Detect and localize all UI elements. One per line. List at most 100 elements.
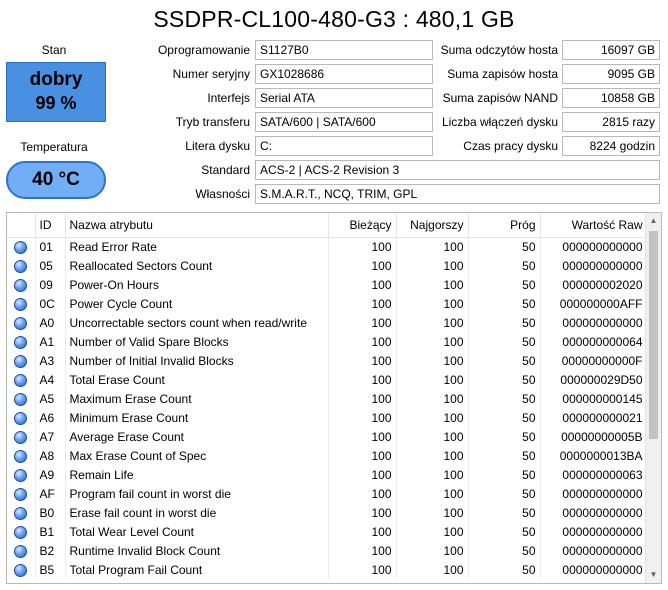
attribute-raw: 0000000013BA (540, 446, 648, 465)
attribute-raw: 000000000064 (540, 332, 648, 351)
attribute-threshold: 50 (468, 465, 541, 484)
table-header-row: ID Nazwa atrybutu Bieżący Najgorszy Próg… (7, 213, 648, 238)
attribute-id: 0C (35, 294, 66, 313)
status-cell (7, 294, 36, 313)
scroll-up-arrow-icon[interactable]: ▲ (646, 213, 661, 229)
host-writes-label: Suma zapisów hosta (447, 67, 558, 81)
host-reads-field: 16097 GB (562, 40, 660, 60)
status-dot-icon (14, 544, 28, 558)
status-cell (7, 427, 36, 446)
attribute-raw: 00000000005B (540, 427, 648, 446)
status-dot-icon (14, 373, 28, 387)
attribute-id: 01 (35, 237, 66, 256)
attribute-raw: 000000000000 (540, 503, 648, 522)
smart-attribute-list[interactable]: ID Nazwa atrybutu Bieżący Najgorszy Próg… (6, 212, 662, 584)
attribute-id: B0 (35, 503, 66, 522)
attribute-raw: 000000000021 (540, 408, 648, 427)
attribute-raw: 000000000000 (540, 522, 648, 541)
status-dot-icon (14, 487, 28, 501)
attribute-raw: 00000000000F (540, 351, 648, 370)
status-dot-icon (14, 259, 28, 273)
scroll-down-arrow-icon[interactable]: ▼ (646, 567, 661, 583)
table-row[interactable]: A9 Remain Life 100 100 50 000000000063 (7, 465, 648, 484)
table-row[interactable]: A1 Number of Valid Spare Blocks 100 100 50 00… (7, 332, 648, 351)
attribute-current: 100 (328, 237, 397, 256)
attribute-id: A5 (35, 389, 66, 408)
table-row[interactable]: B5 Total Program Fail Count 100 100 50 000000… (7, 560, 648, 579)
attribute-threshold: 50 (468, 351, 541, 370)
column-header-status[interactable] (7, 213, 36, 238)
table-row[interactable]: B0 Erase fail count in worst die 100 100 50 0… (7, 503, 648, 522)
health-status-button[interactable]: dobry 99 % (6, 62, 106, 122)
attribute-raw: 000000000AFF (540, 294, 648, 313)
status-cell (7, 256, 36, 275)
attribute-worst: 100 (396, 465, 469, 484)
table-row[interactable]: A4 Total Erase Count 100 100 50 000000029D50 (7, 370, 648, 389)
attribute-current: 100 (328, 389, 397, 408)
attribute-id: A8 (35, 446, 66, 465)
column-header-current[interactable]: Bieżący (328, 213, 397, 238)
attribute-name: Read Error Rate (65, 237, 329, 256)
attribute-name: Maximum Erase Count (65, 389, 329, 408)
attribute-threshold: 50 (468, 256, 541, 275)
scrollbar-thumb[interactable] (649, 231, 658, 439)
attribute-id: A6 (35, 408, 66, 427)
status-dot-icon (14, 411, 28, 425)
attribute-threshold: 50 (468, 427, 541, 446)
attribute-threshold: 50 (468, 389, 541, 408)
attribute-name: Reallocated Sectors Count (65, 256, 329, 275)
host-reads-label: Suma odczytów hosta (440, 43, 558, 57)
status-cell (7, 541, 36, 560)
column-header-worst[interactable]: Najgorszy (396, 213, 469, 238)
attribute-name: Number of Initial Invalid Blocks (65, 351, 329, 370)
status-dot-icon (14, 506, 28, 520)
attribute-name: Total Erase Count (65, 370, 329, 389)
interface-label: Interfejs (207, 91, 250, 105)
attribute-worst: 100 (396, 313, 469, 332)
attribute-threshold: 50 (468, 446, 541, 465)
attribute-worst: 100 (396, 370, 469, 389)
table-row[interactable]: A5 Maximum Erase Count 100 100 50 00000000014… (7, 389, 648, 408)
smart-table: ID Nazwa atrybutu Bieżący Najgorszy Próg… (7, 213, 648, 579)
table-row[interactable]: A0 Uncorrectable sectors count when read/… (7, 313, 648, 332)
vertical-scrollbar[interactable]: ▲ ▼ (645, 213, 661, 583)
table-row[interactable]: 01 Read Error Rate 100 100 50 000000000000 (7, 237, 648, 256)
attribute-worst: 100 (396, 294, 469, 313)
attribute-current: 100 (328, 427, 397, 446)
table-row[interactable]: B2 Runtime Invalid Block Count 100 100 50 000… (7, 541, 648, 560)
attribute-current: 100 (328, 541, 397, 560)
status-dot-icon (14, 316, 28, 330)
attribute-threshold: 50 (468, 484, 541, 503)
power-on-hours-label: Czas pracy dysku (463, 139, 558, 153)
attribute-current: 100 (328, 560, 397, 579)
column-header-threshold[interactable]: Próg (468, 213, 541, 238)
table-row[interactable]: AF Program fail count in worst die 100 100 5… (7, 484, 648, 503)
table-row[interactable]: A8 Max Erase Count of Spec 100 100 50 0000000… (7, 446, 648, 465)
table-row[interactable]: 0C Power Cycle Count 100 100 50 000000000AFF (7, 294, 648, 313)
attribute-worst: 100 (396, 275, 469, 294)
attribute-raw: 000000000000 (540, 560, 648, 579)
status-dot-icon (14, 297, 28, 311)
table-row[interactable]: 05 Reallocated Sectors Count 100 100 50 00000… (7, 256, 648, 275)
attribute-current: 100 (328, 370, 397, 389)
status-cell (7, 351, 36, 370)
attribute-threshold: 50 (468, 522, 541, 541)
power-on-count-field: 2815 razy (562, 112, 660, 132)
attribute-current: 100 (328, 522, 397, 541)
attribute-name: Power-On Hours (65, 275, 329, 294)
temperature-button[interactable]: 40 °C (6, 161, 106, 199)
attribute-current: 100 (328, 408, 397, 427)
table-row[interactable]: A6 Minimum Erase Count 100 100 50 00000000002… (7, 408, 648, 427)
attribute-threshold: 50 (468, 313, 541, 332)
table-row[interactable]: A7 Average Erase Count 100 100 50 00000000005… (7, 427, 648, 446)
status-dot-icon (14, 354, 28, 368)
table-row[interactable]: B1 Total Wear Level Count 100 100 50 00000000… (7, 522, 648, 541)
column-header-name[interactable]: Nazwa atrybutu (65, 213, 329, 238)
attribute-raw: 000000000000 (540, 237, 648, 256)
column-header-id[interactable]: ID (35, 213, 66, 238)
table-row[interactable]: A3 Number of Initial Invalid Blocks 100 100… (7, 351, 648, 370)
column-header-raw[interactable]: Wartość Raw (540, 213, 648, 238)
features-field: S.M.A.R.T., NCQ, TRIM, GPL (255, 184, 660, 204)
table-row[interactable]: 09 Power-On Hours 100 100 50 000000002020 (7, 275, 648, 294)
attribute-current: 100 (328, 275, 397, 294)
